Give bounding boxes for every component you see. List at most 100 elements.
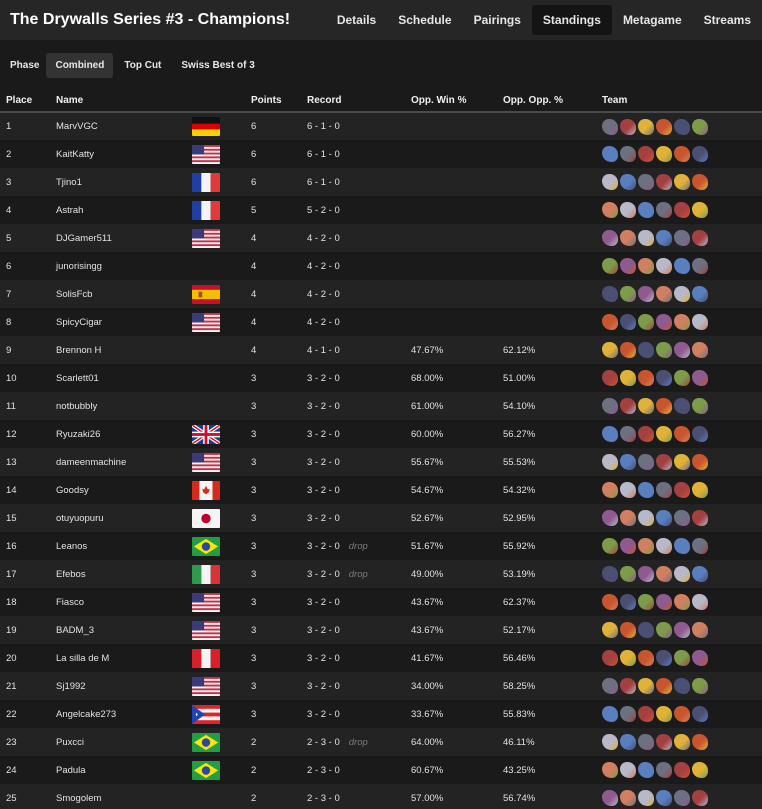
player-name[interactable]: Angelcake273 [50, 700, 192, 728]
table-row[interactable]: 13 dameenmachine 3 3 - 2 - 0 55.67% 55.53% [0, 448, 762, 476]
player-name[interactable]: Sj1992 [50, 672, 192, 700]
player-name[interactable]: La silla de M [50, 644, 192, 672]
table-row[interactable]: 4 Astrah 5 5 - 2 - 0 [0, 196, 762, 224]
player-name[interactable]: Scarlett01 [50, 364, 192, 392]
table-row[interactable]: 21 Sj1992 3 3 - 2 - 0 34.00% 58.25% [0, 672, 762, 700]
table-row[interactable]: 24 Padula 2 2 - 3 - 0 60.67% 43.25% [0, 756, 762, 784]
pokemon-sprite-icon [602, 314, 618, 330]
player-name[interactable]: SolisFcb [50, 280, 192, 308]
pokemon-sprite-icon [620, 146, 636, 162]
table-row[interactable]: 20 La silla de M 3 3 - 2 - 0 41.67% 56.46% [0, 644, 762, 672]
pokemon-sprite-icon [656, 230, 672, 246]
column-header-points[interactable]: Points [245, 90, 301, 112]
player-name[interactable]: Leanos [50, 532, 192, 560]
table-row[interactable]: 8 SpicyCigar 4 4 - 2 - 0 [0, 308, 762, 336]
team-cell[interactable] [596, 308, 762, 336]
tab-details[interactable]: Details [326, 5, 387, 35]
phase-option-top-cut[interactable]: Top Cut [115, 53, 170, 78]
table-row[interactable]: 14 Goodsy 3 3 - 2 - 0 54.67% 54.32% [0, 476, 762, 504]
table-row[interactable]: 18 Fiasco 3 3 - 2 - 0 43.67% 62.37% [0, 588, 762, 616]
phase-option-combined[interactable]: Combined [46, 52, 114, 78]
table-row[interactable]: 5 DJGamer511 4 4 - 2 - 0 [0, 224, 762, 252]
team-cell[interactable] [596, 140, 762, 168]
player-name[interactable]: Tjino1 [50, 168, 192, 196]
team-cell[interactable] [596, 532, 762, 560]
team-cell[interactable] [596, 448, 762, 476]
team-cell[interactable] [596, 168, 762, 196]
table-row[interactable]: 17 Efebos 3 3 - 2 - 0 drop 49.00% 53.19% [0, 560, 762, 588]
team-cell[interactable] [596, 784, 762, 809]
table-row[interactable]: 11 notbubbly 3 3 - 2 - 0 61.00% 54.10% [0, 392, 762, 420]
table-row[interactable]: 15 otuyuopuru 3 3 - 2 - 0 52.67% 52.95% [0, 504, 762, 532]
tab-metagame[interactable]: Metagame [612, 5, 693, 35]
column-header-name[interactable]: Name [50, 90, 192, 112]
column-header-record[interactable]: Record [301, 90, 405, 112]
tab-pairings[interactable]: Pairings [463, 5, 532, 35]
team-cell[interactable] [596, 644, 762, 672]
team-cell[interactable] [596, 112, 762, 140]
table-row[interactable]: 1 MarvVGC 6 6 - 1 - 0 [0, 112, 762, 140]
team-cell[interactable] [596, 224, 762, 252]
team-cell[interactable] [596, 336, 762, 364]
team-cell[interactable] [596, 252, 762, 280]
table-row[interactable]: 9 Brennon H 4 4 - 1 - 0 47.67% 62.12% [0, 336, 762, 364]
table-row[interactable]: 6 junorisingg 4 4 - 2 - 0 [0, 252, 762, 280]
team-cell[interactable] [596, 588, 762, 616]
pokemon-sprite-icon [674, 454, 690, 470]
team-cell[interactable] [596, 364, 762, 392]
table-row[interactable]: 25 Smogolem 2 2 - 3 - 0 57.00% 56.74% [0, 784, 762, 809]
team-cell[interactable] [596, 560, 762, 588]
player-name[interactable]: Fiasco [50, 588, 192, 616]
player-name[interactable]: Smogolem [50, 784, 192, 809]
column-header-opp-win[interactable]: Opp. Win % [405, 90, 497, 112]
player-name[interactable]: SpicyCigar [50, 308, 192, 336]
player-name[interactable]: Goodsy [50, 476, 192, 504]
table-row[interactable]: 16 Leanos 3 3 - 2 - 0 drop 51.67% 55.92% [0, 532, 762, 560]
column-header-place[interactable]: Place [0, 90, 50, 112]
tab-streams[interactable]: Streams [693, 5, 762, 35]
player-name[interactable]: KaitKatty [50, 140, 192, 168]
opp-opp-cell: 56.74% [503, 792, 536, 804]
table-row[interactable]: 3 Tjino1 6 6 - 1 - 0 [0, 168, 762, 196]
player-name[interactable]: notbubbly [50, 392, 192, 420]
table-row[interactable]: 19 BADM_3 3 3 - 2 - 0 43.67% 52.17% [0, 616, 762, 644]
team-cell[interactable] [596, 756, 762, 784]
player-name[interactable]: Astrah [50, 196, 192, 224]
player-name[interactable]: DJGamer511 [50, 224, 192, 252]
tab-standings[interactable]: Standings [531, 5, 612, 35]
table-row[interactable]: 22 Angelcake273 3 3 - 2 - 0 33.67% 55.83% [0, 700, 762, 728]
table-row[interactable]: 12 Ryuzaki26 3 3 - 2 - 0 60.00% 56.27% [0, 420, 762, 448]
player-name[interactable]: Puxcci [50, 728, 192, 756]
record-cell: 5 - 2 - 0 [301, 196, 405, 224]
team-cell[interactable] [596, 616, 762, 644]
team-cell[interactable] [596, 392, 762, 420]
team-cell[interactable] [596, 728, 762, 756]
pokemon-sprite-icon [692, 286, 708, 302]
tab-schedule[interactable]: Schedule [387, 5, 462, 35]
team-cell[interactable] [596, 504, 762, 532]
player-name[interactable]: dameenmachine [50, 448, 192, 476]
team-cell[interactable] [596, 700, 762, 728]
player-name[interactable]: MarvVGC [50, 112, 192, 140]
table-row[interactable]: 7 SolisFcb 4 4 - 2 - 0 [0, 280, 762, 308]
player-name[interactable]: otuyuopuru [50, 504, 192, 532]
team-cell[interactable] [596, 672, 762, 700]
player-name[interactable]: BADM_3 [50, 616, 192, 644]
table-row[interactable]: 23 Puxcci 2 2 - 3 - 0 drop 64.00% 46.11% [0, 728, 762, 756]
player-name[interactable]: junorisingg [50, 252, 192, 280]
team-cell[interactable] [596, 476, 762, 504]
team-cell[interactable] [596, 280, 762, 308]
table-row[interactable]: 2 KaitKatty 6 6 - 1 - 0 [0, 140, 762, 168]
player-name[interactable]: Padula [50, 756, 192, 784]
player-name[interactable]: Brennon H [50, 336, 192, 364]
phase-option-swiss-best-of-3[interactable]: Swiss Best of 3 [172, 53, 263, 78]
column-header-opp-opp[interactable]: Opp. Opp. % [497, 90, 596, 112]
standings-rows: 1 MarvVGC 6 6 - 1 - 0 2 KaitKatty 6 6 - 1 - 0 3 T… [0, 112, 762, 809]
table-row[interactable]: 10 Scarlett01 3 3 - 2 - 0 68.00% 51.00% [0, 364, 762, 392]
player-name[interactable]: Ryuzaki26 [50, 420, 192, 448]
team-cell[interactable] [596, 420, 762, 448]
player-name[interactable]: Efebos [50, 560, 192, 588]
pokemon-sprite-icon [674, 230, 690, 246]
team-cell[interactable] [596, 196, 762, 224]
pokemon-sprite-icon [656, 538, 672, 554]
